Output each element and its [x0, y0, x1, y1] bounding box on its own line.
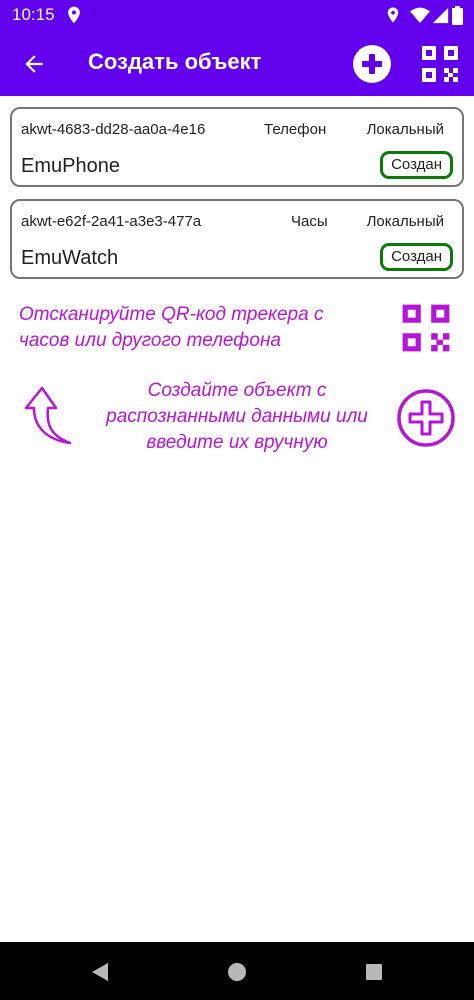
- wifi-icon: [410, 7, 430, 23]
- object-card[interactable]: akwt-4683-dd28-aa0a-4e16 Телефон Локальн…: [10, 107, 464, 187]
- nav-home-button[interactable]: [223, 958, 251, 986]
- nav-recents-button[interactable]: [360, 958, 388, 986]
- back-button[interactable]: [14, 44, 54, 84]
- status-badge: Создан: [380, 151, 453, 179]
- status-badge: Создан: [380, 243, 453, 271]
- create-object-hint: Создайте объект с распознанными данными …: [106, 380, 368, 453]
- home-circle-icon: [228, 963, 246, 981]
- system-nav-bar: [0, 942, 474, 1000]
- cell-signal-icon: [432, 7, 449, 24]
- object-name: EmuWatch: [21, 247, 119, 269]
- object-name: EmuPhone: [21, 155, 120, 177]
- object-id: akwt-e62f-2a41-a3e3-477a: [21, 213, 202, 230]
- curved-arrow-up-icon: [24, 386, 72, 445]
- status-bar: 10:15: [0, 0, 474, 30]
- object-scope: Локальный: [366, 121, 444, 138]
- object-card[interactable]: akwt-e62f-2a41-a3e3-477a Часы Локальный …: [10, 199, 464, 279]
- recents-square-icon: [366, 964, 382, 980]
- add-circle-icon: [353, 45, 391, 83]
- object-type: Телефон: [264, 121, 327, 138]
- nav-back-button[interactable]: [86, 958, 114, 986]
- status-time: 10:15: [12, 5, 55, 24]
- object-scope: Локальный: [366, 213, 444, 230]
- arrow-left-icon: [25, 55, 43, 73]
- object-id: akwt-4683-dd28-aa0a-4e16: [21, 121, 206, 138]
- page-title: Создать объект: [88, 49, 262, 74]
- qr-code-icon: [402, 304, 450, 352]
- object-type: Часы: [291, 213, 328, 230]
- add-object-button[interactable]: [351, 43, 393, 85]
- location-icon: [387, 7, 399, 23]
- scan-qr-hint: Отсканируйте QR-код трекера с часов или …: [19, 304, 324, 351]
- scan-qr-button[interactable]: [420, 44, 460, 84]
- back-triangle-icon: [92, 963, 108, 981]
- qr-code-icon: [422, 46, 458, 82]
- add-circle-icon: [397, 389, 455, 447]
- location-icon: [68, 6, 80, 24]
- battery-icon: [452, 6, 463, 25]
- app-bar: Создать объект: [0, 30, 474, 96]
